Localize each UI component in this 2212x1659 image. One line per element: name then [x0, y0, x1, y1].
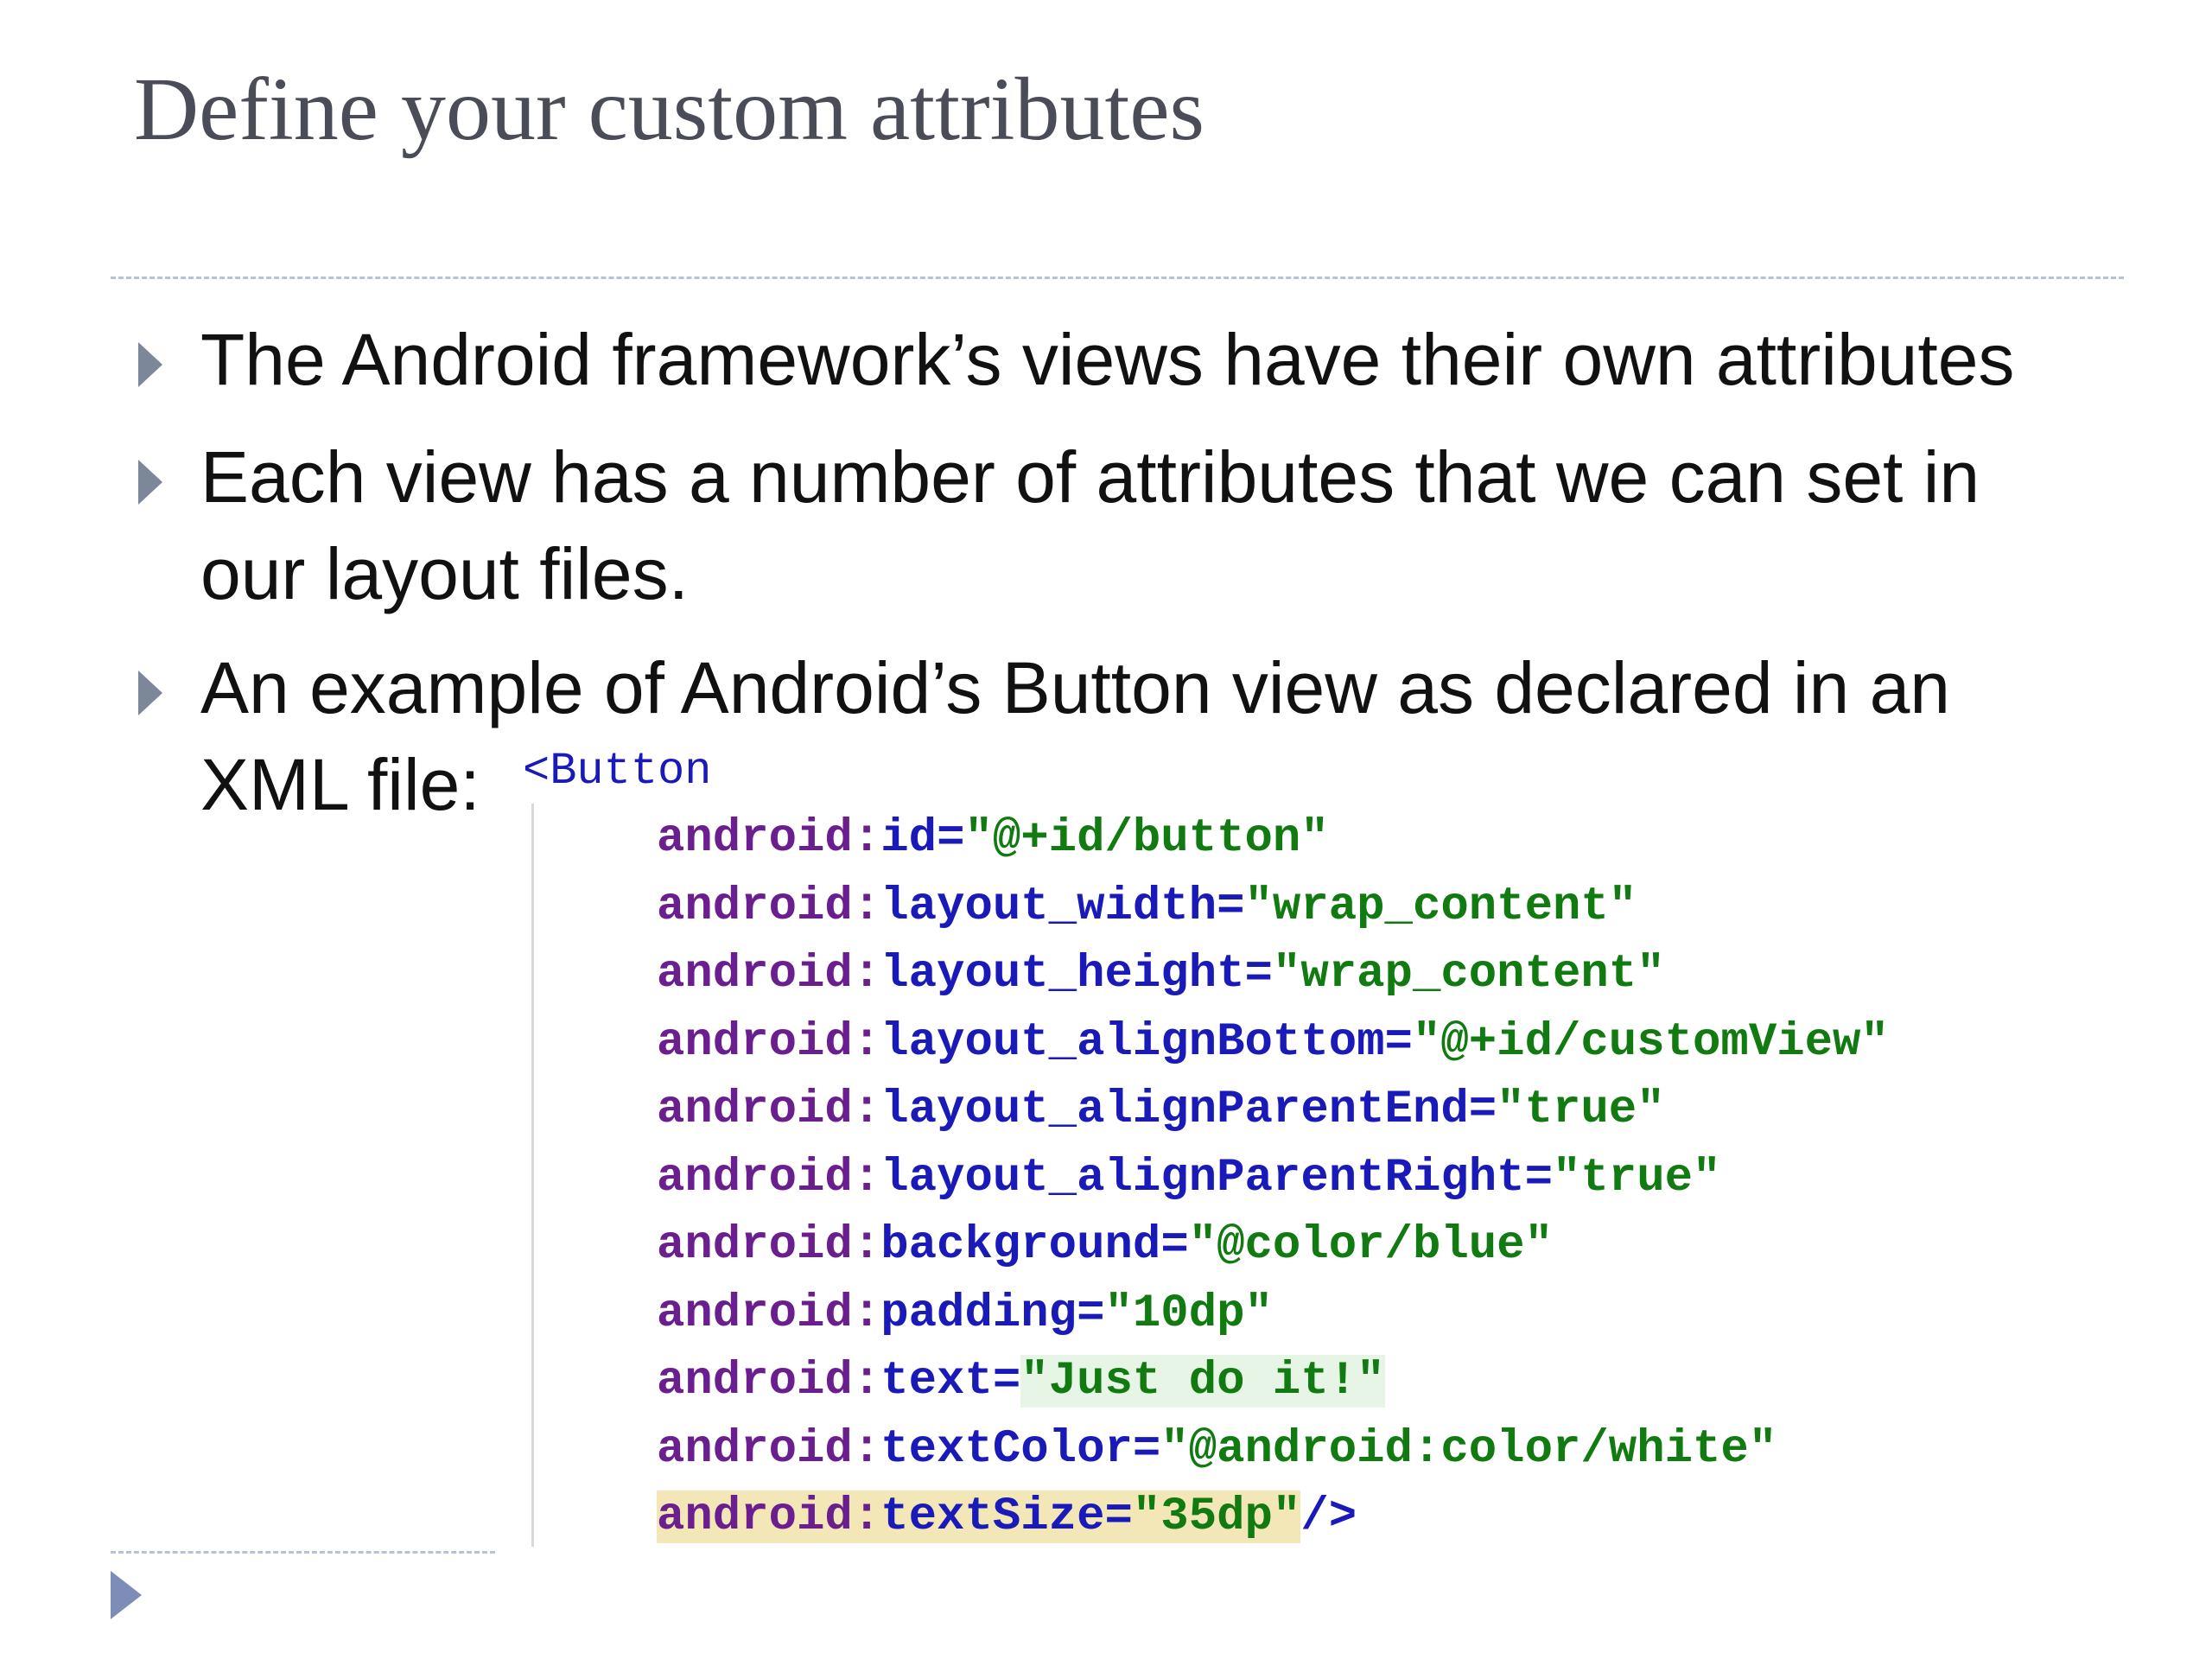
code-attribute-value: "true" — [1552, 1151, 1721, 1205]
code-attribute-value: "true" — [1497, 1084, 1665, 1136]
code-equals: = — [992, 1355, 1021, 1408]
bullet-text: The Android framework’s views have their… — [200, 319, 2015, 400]
code-attribute-name: background — [880, 1219, 1161, 1272]
code-attribute-line: android:textColor="@android:color/white" — [657, 1421, 1777, 1478]
code-attribute-name: layout_alignBottom — [880, 1015, 1385, 1069]
code-attribute-name: layout_alignParentEnd — [880, 1084, 1469, 1136]
code-attribute-name: layout_width — [880, 880, 1217, 933]
code-attribute-value: "10dp" — [1104, 1287, 1273, 1340]
code-indent-guide — [531, 804, 534, 1547]
code-attribute-line: android:layout_alignParentRight="true" — [657, 1150, 1720, 1207]
code-attribute-name: textColor — [880, 1422, 1133, 1476]
code-equals: = — [1104, 1491, 1133, 1543]
bullet-triangle-icon — [138, 671, 162, 715]
code-attribute-line: android:text="Just do it!" — [657, 1353, 1385, 1410]
code-attribute-name: padding — [880, 1287, 1077, 1340]
code-namespace: android: — [657, 1355, 881, 1408]
code-attribute-value: "wrap_content" — [1272, 948, 1665, 1001]
code-attribute-name: layout_alignParentRight — [880, 1151, 1525, 1205]
code-attribute-name: textSize — [880, 1491, 1105, 1543]
xml-code-snippet: <Button android:id="@+id/button" android:… — [523, 743, 2208, 1555]
code-attribute-line: android:background="@color/blue" — [657, 1217, 1553, 1274]
footer-triangle-icon — [111, 1571, 142, 1619]
bullet-triangle-icon — [138, 460, 162, 505]
code-attribute-value: "wrap_content" — [1244, 880, 1637, 933]
code-namespace: android: — [657, 880, 881, 933]
code-namespace: android: — [657, 1151, 881, 1205]
code-attribute-line: android:padding="10dp" — [657, 1286, 1273, 1343]
code-equals: = — [1217, 880, 1245, 933]
code-namespace: android: — [657, 1084, 881, 1136]
code-equals: = — [937, 812, 965, 865]
code-namespace: android: — [657, 948, 881, 1001]
footer-divider — [111, 1551, 495, 1554]
code-attribute-name: layout_height — [880, 948, 1245, 1001]
code-namespace: android: — [657, 812, 881, 865]
code-attribute-line: android:layout_width="wrap_content" — [657, 879, 1637, 936]
code-close-tag: /> — [1300, 1491, 1357, 1543]
code-attribute-name: text — [880, 1355, 993, 1408]
code-equals: = — [1384, 1015, 1413, 1069]
code-equals: = — [1244, 948, 1273, 1001]
code-attribute-line: android:layout_height="wrap_content" — [657, 946, 1665, 1003]
code-namespace: android: — [657, 1422, 881, 1476]
code-attribute-name: id — [880, 812, 938, 865]
code-attribute-value: "@android:color/white" — [1160, 1422, 1777, 1476]
code-namespace: android: — [657, 1287, 881, 1340]
code-equals: = — [1468, 1084, 1497, 1136]
code-attribute-line: android:layout_alignParentEnd="true" — [657, 1082, 1665, 1139]
code-attribute-value: "@+id/customView" — [1412, 1015, 1889, 1069]
code-attribute-value: "@+id/button" — [964, 812, 1329, 865]
code-attribute-line: android:id="@+id/button" — [657, 810, 1329, 868]
bullet-triangle-icon — [138, 342, 162, 387]
code-attribute-line: android:layout_alignBottom="@+id/customV… — [657, 1014, 1889, 1071]
code-namespace: android: — [657, 1491, 881, 1543]
slide-title: Define your custom attributes — [134, 60, 1205, 159]
code-attribute-value: "35dp" — [1132, 1491, 1301, 1543]
code-equals: = — [1524, 1151, 1553, 1205]
bullet-text: Each view has a number of attributes tha… — [200, 436, 1980, 614]
code-attribute-value: "Just do it!" — [1020, 1355, 1385, 1408]
title-divider — [111, 276, 2124, 279]
code-namespace: android: — [657, 1015, 881, 1069]
code-attribute-value: "@color/blue" — [1188, 1219, 1553, 1272]
code-equals: = — [1132, 1422, 1161, 1476]
code-open-tag: <Button — [523, 746, 712, 797]
code-attribute-line: android:textSize="35dp"/> — [657, 1489, 1357, 1546]
code-equals: = — [1077, 1287, 1105, 1340]
code-equals: = — [1160, 1219, 1189, 1272]
code-namespace: android: — [657, 1219, 881, 1272]
